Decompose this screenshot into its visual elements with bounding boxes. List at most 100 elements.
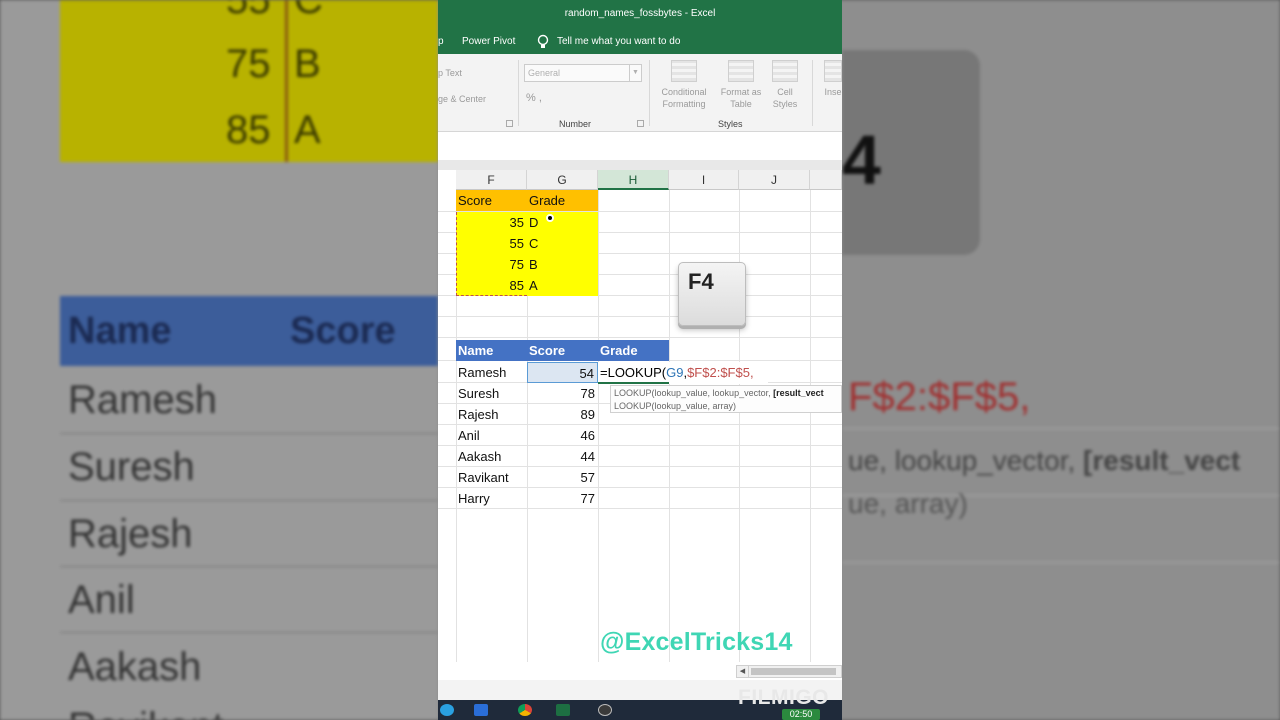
tooltip-current-arg: [result_vect <box>773 388 824 398</box>
bg-key-label: 4 <box>842 121 881 199</box>
group-divider <box>518 60 519 126</box>
range-highlight <box>456 212 527 296</box>
f4-key-overlay: F4 <box>678 262 746 326</box>
student-score[interactable]: 44 <box>527 446 598 467</box>
grid-line <box>438 316 842 317</box>
number-format-value: General <box>528 68 561 78</box>
number-format-dropdown[interactable]: General ▼ <box>524 64 642 82</box>
bg-name: Rajesh <box>68 512 193 556</box>
cs-label-1: Cell <box>777 87 793 97</box>
cf-label-1: Conditional <box>661 87 707 97</box>
edge-icon[interactable] <box>440 704 454 716</box>
grid-line <box>739 190 740 662</box>
insert-button[interactable]: Inse <box>818 60 842 98</box>
lightbulb-icon <box>537 34 549 48</box>
merge-center-button[interactable]: ge & Center <box>438 94 486 104</box>
mail-icon[interactable] <box>474 704 488 716</box>
bg-table-header: Name Score <box>60 296 438 366</box>
grade-table-grade[interactable]: C <box>527 233 598 254</box>
formula-arg1: G9 <box>666 365 684 380</box>
column-header-g[interactable]: G <box>527 170 598 190</box>
number-format-buttons[interactable]: % , <box>526 92 542 104</box>
student-score-selected[interactable]: 54 <box>527 362 598 383</box>
formula-edit-cell[interactable]: =LOOKUP(G9,$F$2:$F$5, <box>598 362 768 384</box>
column-header-i[interactable]: I <box>669 170 739 190</box>
excel-window: random_names_fossbytes - Excel p Power P… <box>438 0 842 720</box>
column-header-f[interactable]: F <box>456 170 527 190</box>
insert-label: Inse <box>824 87 842 97</box>
bg-grade: C <box>294 0 323 22</box>
grid-line <box>598 190 599 662</box>
student-score[interactable]: 57 <box>527 467 598 488</box>
tooltip-line1[interactable]: LOOKUP(lookup_value, lookup_vector, [res… <box>614 387 838 400</box>
column-header-k[interactable] <box>810 170 842 190</box>
tooltip-line2[interactable]: LOOKUP(lookup_value, array) <box>614 400 838 412</box>
wrap-text-button[interactable]: p Text <box>438 68 462 78</box>
horizontal-scrollbar[interactable]: ◀ <box>736 665 842 678</box>
student-name[interactable]: Aakash <box>456 446 527 467</box>
student-name[interactable]: Ramesh <box>456 362 527 383</box>
formula-bar-area <box>438 132 842 160</box>
bg-tooltip-line1: ue, lookup_vector, [result_vect <box>848 445 1240 477</box>
student-score[interactable]: 89 <box>527 404 598 425</box>
student-table-header-name[interactable]: Name <box>456 340 527 361</box>
student-name[interactable]: Harry <box>456 488 527 509</box>
format-table-icon <box>728 60 754 82</box>
student-name[interactable]: Rajesh <box>456 404 527 425</box>
bg-key-zoom: 4 <box>842 50 980 255</box>
scroll-left-icon[interactable]: ◀ <box>737 666 749 677</box>
grid-line <box>669 190 670 662</box>
student-table-header-score[interactable]: Score <box>527 340 598 361</box>
editor-watermark: FILMIGO <box>738 686 829 709</box>
bg-score: 55 <box>226 0 271 22</box>
bg-row-line <box>60 433 438 434</box>
conditional-formatting-button[interactable]: Conditional Formatting <box>656 60 712 110</box>
student-score[interactable]: 78 <box>527 383 598 404</box>
bg-name: Ramesh <box>68 378 217 422</box>
grade-table-grade[interactable]: D <box>527 212 598 233</box>
styles-group-label: Styles <box>718 119 743 129</box>
active-cell-border <box>598 382 669 384</box>
student-name[interactable]: Suresh <box>456 383 527 404</box>
bg-name: Anil <box>68 578 135 622</box>
excel-icon[interactable] <box>556 704 570 716</box>
function-tooltip: LOOKUP(lookup_value, lookup_vector, [res… <box>610 385 842 413</box>
bg-row-line <box>60 632 438 633</box>
alignment-launcher-icon[interactable] <box>506 120 513 127</box>
grade-table-grade[interactable]: B <box>527 254 598 275</box>
bg-tip-bold: [result_vect <box>1083 445 1241 476</box>
format-as-table-button[interactable]: Format as Table <box>716 60 766 110</box>
column-header-j[interactable]: J <box>739 170 810 190</box>
scrollbar-thumb[interactable] <box>751 668 836 675</box>
tab-power-pivot[interactable]: Power Pivot <box>462 36 515 47</box>
number-group-label: Number <box>559 119 592 129</box>
formula-arg2: $F$2:$F$5, <box>687 365 754 380</box>
column-header-h[interactable]: H <box>598 170 669 190</box>
taskbar-clock: 02:50 <box>782 709 820 720</box>
grade-table-header-score[interactable]: Score <box>456 190 527 211</box>
bg-row-line <box>842 428 1280 429</box>
cell-styles-button[interactable]: Cell Styles <box>768 60 802 110</box>
bg-header-name: Name <box>68 310 172 352</box>
cs-label-2: Styles <box>772 99 798 109</box>
student-score[interactable]: 46 <box>527 425 598 446</box>
student-name[interactable]: Ravikant <box>456 467 527 488</box>
group-divider <box>812 60 813 126</box>
mouse-cursor <box>546 214 554 222</box>
grade-table-grade[interactable]: A <box>527 275 598 296</box>
recorder-icon[interactable] <box>598 704 612 716</box>
tab-partial[interactable]: p <box>438 36 444 47</box>
number-launcher-icon[interactable] <box>637 120 644 127</box>
student-name[interactable]: Anil <box>456 425 527 446</box>
chrome-icon[interactable] <box>518 704 532 716</box>
ribbon-tabs: p Power Pivot Tell me what you want to d… <box>438 30 842 54</box>
student-score[interactable]: 77 <box>527 488 598 509</box>
header-gap <box>438 160 842 170</box>
student-table-header-grade[interactable]: Grade <box>598 340 669 361</box>
worksheet-grid[interactable]: F G H I J Score Grade 35 D 55 C 75 B 85 … <box>438 170 842 662</box>
tell-me-search[interactable]: Tell me what you want to do <box>557 36 680 47</box>
insert-icon <box>824 60 842 82</box>
grade-table-header-grade[interactable]: Grade <box>527 190 598 211</box>
bg-header-score: Score <box>290 310 396 352</box>
cell-styles-icon <box>772 60 798 82</box>
